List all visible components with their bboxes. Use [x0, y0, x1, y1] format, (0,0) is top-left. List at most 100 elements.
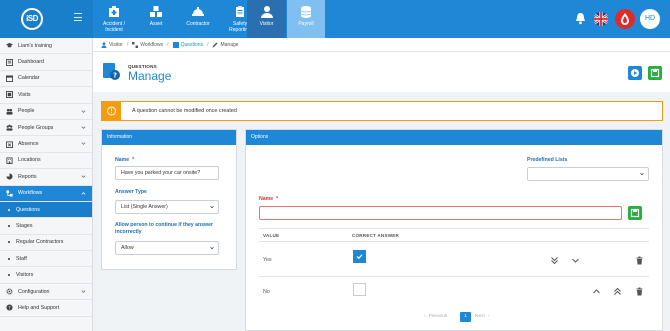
help-icon: ?	[6, 304, 13, 311]
name-label-text: Name	[115, 157, 130, 163]
required-marker: *	[132, 157, 135, 163]
sidebar-item-label: Questions	[16, 206, 40, 213]
sidebar-item-staff[interactable]: Staff	[0, 251, 92, 268]
sidebar-item-label: Dashboard	[18, 59, 44, 66]
move-to-bottom-icon[interactable]	[550, 256, 559, 265]
answer-type-value: List (Single Answer)	[121, 204, 168, 210]
module-accident-incident[interactable]: Accident / Incident	[93, 0, 135, 38]
sidebar-item-absence[interactable]: Absence	[0, 136, 92, 153]
divider	[259, 228, 649, 229]
absence-icon	[6, 140, 13, 148]
breadcrumb-questions[interactable]: Questions	[181, 42, 204, 48]
module-contractor[interactable]: Contractor	[177, 0, 219, 38]
sidebar: Liam's training Dashboard Calendar Visit…	[0, 38, 93, 331]
sidebar-item-help-and-support[interactable]: ? Help and Support	[0, 300, 92, 317]
predefined-lists-label: Predefined Lists	[527, 157, 568, 163]
breadcrumb-workflows[interactable]: Workflows	[140, 42, 163, 48]
checkmark-icon	[356, 254, 363, 260]
reports-icon	[6, 173, 13, 180]
sidebar-item-configuration[interactable]: Configuration	[0, 284, 92, 301]
sidebar-item-label: People	[18, 108, 35, 115]
pagination-page-1[interactable]: 1	[460, 312, 471, 322]
bullet-icon	[8, 274, 10, 277]
sidebar-item-people-groups[interactable]: People Groups	[0, 120, 92, 137]
module-asset[interactable]: Asset	[135, 0, 177, 38]
sidebar-item-label: Visitors	[16, 272, 34, 279]
menu-toggle-icon[interactable]	[74, 13, 82, 22]
workflows-icon	[132, 41, 139, 48]
blood-drop-icon[interactable]	[615, 9, 635, 29]
answer-type-select[interactable]: List (Single Answer)	[115, 200, 219, 214]
contractor-icon	[192, 7, 204, 16]
sidebar-item-visitors[interactable]: Visitors	[0, 267, 92, 284]
move-to-top-icon[interactable]	[613, 287, 622, 296]
pagination-next[interactable]: Next ›	[475, 314, 489, 319]
breadcrumb-visitor[interactable]: Visitor	[109, 42, 123, 48]
sidebar-item-label: Configuration	[18, 288, 50, 295]
chevron-down-icon	[81, 175, 86, 178]
sidebar-item-label: People Groups	[18, 124, 54, 131]
sidebar-item-visits[interactable]: Visits	[0, 87, 92, 104]
question-name-field[interactable]: Have you parked your car onsite?	[115, 166, 219, 180]
move-up-icon[interactable]	[592, 287, 601, 296]
option-name-input[interactable]	[259, 206, 622, 220]
sidebar-item-label: Staff	[16, 255, 27, 262]
bullet-icon	[8, 241, 10, 244]
page-header: ? QUESTIONS Manage	[93, 52, 670, 92]
trash-icon[interactable]	[635, 287, 644, 296]
pagination-previous[interactable]: ‹ Previous	[424, 314, 447, 319]
alert-icon-box	[102, 102, 121, 120]
chevron-down-icon	[81, 109, 86, 113]
sidebar-item-reports[interactable]: Reports	[0, 169, 92, 186]
allow-label-line1: Allow person to continue if they answer	[115, 222, 213, 228]
breadcrumb-manage: Manage	[220, 41, 239, 48]
sidebar-item-dashboard[interactable]: Dashboard	[0, 54, 92, 71]
allow-continue-select[interactable]: Allow	[115, 241, 219, 255]
sidebar-item-calendar[interactable]: Calendar	[0, 71, 92, 88]
correct-answer-checkbox-no[interactable]	[353, 283, 366, 296]
breadcrumb-separator: /	[167, 41, 169, 48]
accident-icon	[109, 6, 119, 17]
sidebar-item-label: Reports	[18, 173, 37, 180]
top-navigation-bar: iSD Accident / Incident Asset Contractor…	[0, 0, 670, 38]
column-header-correct-answer: CORRECT ANSWER	[352, 233, 400, 238]
chevron-down-icon	[210, 205, 214, 209]
dashboard-icon	[6, 58, 13, 66]
sidebar-item-liams-training[interactable]: Liam's training	[0, 38, 92, 55]
sidebar-item-label: Calendar	[18, 75, 40, 82]
app-logo[interactable]: iSD	[21, 8, 43, 30]
correct-answer-checkbox-yes[interactable]	[353, 250, 366, 263]
people-icon	[6, 108, 13, 115]
user-avatar[interactable]: HD	[640, 9, 660, 29]
module-payroll[interactable]: Payroll	[287, 0, 325, 38]
options-panel-title: Options	[246, 130, 662, 145]
sidebar-item-regular-contractors[interactable]: Regular Contractors	[0, 235, 92, 252]
answer-type-label: Answer Type	[115, 189, 147, 195]
sidebar-item-stages[interactable]: Stages	[0, 218, 92, 235]
module-visitor[interactable]: Visitor	[247, 0, 286, 38]
svg-text:?: ?	[113, 72, 117, 80]
sidebar-item-workflows[interactable]: Workflows	[0, 185, 92, 202]
pagination-previous-label: Previous	[428, 314, 448, 319]
sidebar-item-questions[interactable]: Questions	[0, 201, 92, 219]
preview-button[interactable]	[628, 66, 642, 80]
add-option-button[interactable]	[628, 206, 642, 220]
bell-icon[interactable]	[575, 12, 586, 25]
workflows-icon	[6, 190, 13, 197]
trash-icon[interactable]	[635, 256, 644, 265]
sidebar-item-people[interactable]: People	[0, 104, 92, 120]
allow-continue-label: Allow person to continue if they answer …	[115, 222, 213, 236]
sidebar-item-locations[interactable]: Locations	[0, 153, 92, 170]
sidebar-item-label: Visits	[18, 91, 31, 98]
chevron-down-icon	[81, 142, 86, 146]
divider	[259, 276, 649, 277]
save-button[interactable]	[648, 66, 662, 80]
alert-text: A question cannot be modified once creat…	[132, 108, 237, 114]
pagination-next-label: Next	[475, 314, 485, 319]
visitor-icon	[260, 6, 273, 18]
module-label: Visitor	[259, 21, 274, 27]
questions-icon	[172, 41, 179, 48]
move-down-icon[interactable]	[571, 256, 580, 265]
uk-flag-icon[interactable]	[594, 12, 608, 26]
predefined-lists-select[interactable]	[527, 167, 649, 181]
